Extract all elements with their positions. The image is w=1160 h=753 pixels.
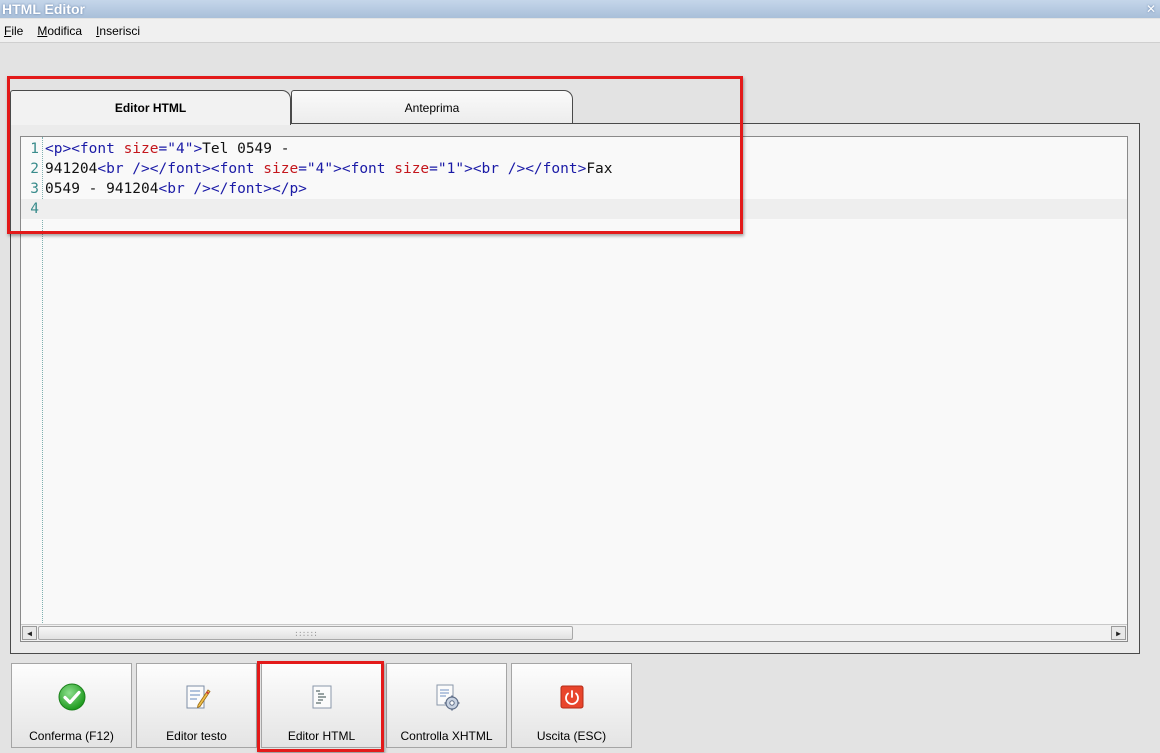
code-token: Fax [586,161,613,177]
code-token: 0549 - 941204 [45,181,159,197]
html-editor-icon [307,682,337,712]
code-token: ><font [333,161,395,177]
window-titlebar: HTML Editor ✕ [0,0,1160,18]
tab-editor-html[interactable]: Editor HTML [10,90,291,125]
window-title: HTML Editor [2,1,85,17]
code-token: 941204 [45,161,98,177]
code-token: Tel 0549 - [202,141,290,157]
code-token: > [193,141,203,157]
menu-inserisci[interactable]: Inserisci [96,24,140,38]
code-token: "4" [167,141,194,157]
code-token: size [394,161,430,177]
code-token: "1" [437,161,465,177]
exit-button-label: Uscita (ESC) [536,729,607,743]
html-editor-button[interactable]: Editor HTML [261,663,382,748]
tab-panel: 1 <p><font size="4">Tel 0549 -2 941204<br … [10,123,1140,654]
confirm-button[interactable]: Conferma (F12) [11,663,132,748]
check-xhtml-button[interactable]: Controlla XHTML [386,663,507,748]
scroll-left-arrow-icon[interactable]: ◀ [22,626,37,640]
code-token: "4" [306,161,334,177]
menu-modifica[interactable]: Modifica [37,24,82,38]
code-text: 0549 - 941204<br /></font></p> [41,179,307,199]
code-token: size [123,141,159,157]
confirm-button-label: Conferma (F12) [29,729,114,743]
exit-button[interactable]: Uscita (ESC) [511,663,632,748]
horizontal-scrollbar[interactable]: ◀ :::::: ▶ [21,624,1127,641]
code-line[interactable]: 3 0549 - 941204<br /></font></p> [21,179,1127,199]
check-xhtml-button-label: Controlla XHTML [400,729,493,743]
menu-bar: File Modifica Inserisci [0,19,1160,43]
code-token: <br /></font></p> [158,181,307,197]
line-number: 1 [30,141,39,157]
line-number: 3 [30,181,39,197]
html-code-editor[interactable]: 1 <p><font size="4">Tel 0549 -2 941204<br … [20,136,1128,642]
tab-label: Anteprima [404,100,460,115]
scroll-right-arrow-icon[interactable]: ▶ [1111,626,1126,640]
tab-label: Editor HTML [114,101,187,115]
code-line[interactable]: 1 <p><font size="4">Tel 0549 - [21,139,1127,159]
scrollbar-thumb[interactable]: :::::: [38,626,573,640]
text-editor-icon [182,682,212,712]
code-token: = [429,161,438,177]
code-token: = [298,161,307,177]
code-text: 941204<br /></font><font size="4"><font … [41,159,613,179]
text-editor-button-label: Editor testo [166,729,227,743]
code-token: <p><font [45,141,124,157]
line-number: 2 [30,161,39,177]
code-token: ><br /></font> [464,161,587,177]
line-number: 4 [30,201,39,217]
code-line[interactable]: 4 [21,199,1127,219]
tab-anteprima[interactable]: Anteprima [291,90,573,124]
menu-file[interactable]: File [4,24,23,38]
check-xhtml-icon [432,682,462,712]
exit-power-icon [557,682,587,712]
text-editor-button[interactable]: Editor testo [136,663,257,748]
code-token: = [158,141,168,157]
code-token: size [263,161,299,177]
close-icon[interactable]: ✕ [1146,0,1156,18]
html-editor-button-label: Editor HTML [287,729,356,743]
code-token: <br /></font><font [97,161,264,177]
confirm-check-icon [57,682,87,712]
code-line[interactable]: 2 941204<br /></font><font size="4"><font… [21,159,1127,179]
scrollbar-grip: :::::: [294,628,318,638]
code-text: <p><font size="4">Tel 0549 - [41,139,289,159]
